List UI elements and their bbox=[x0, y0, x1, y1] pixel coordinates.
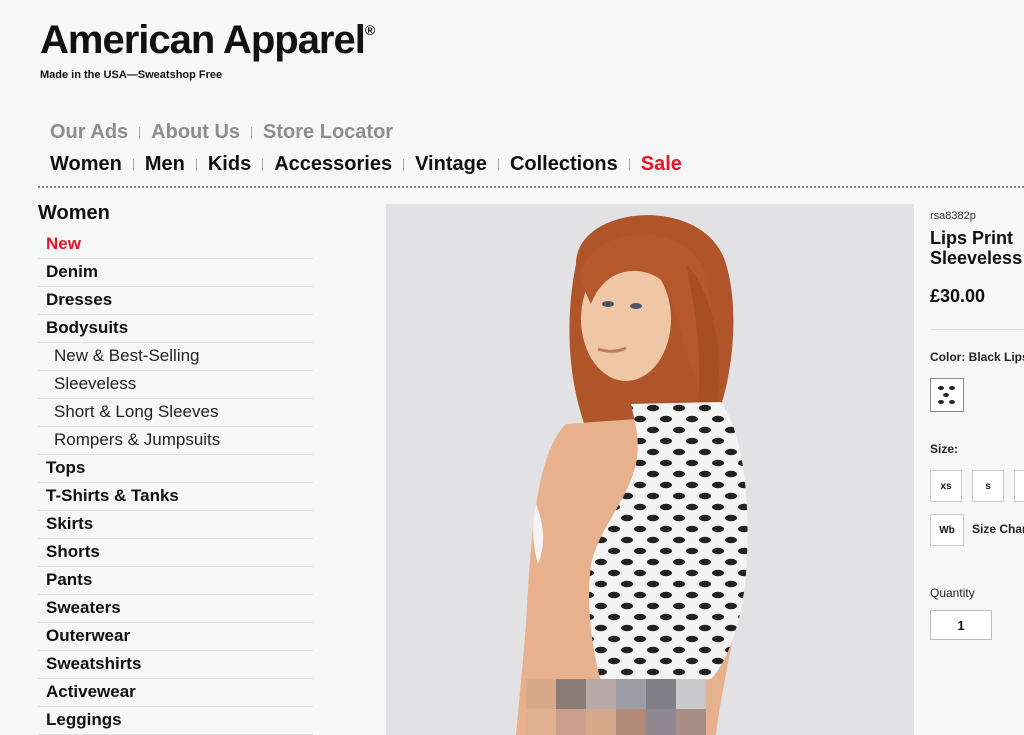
brand-tagline: Made in the USA—Sweatshop Free bbox=[40, 69, 223, 81]
sidebar-item-denim[interactable]: Denim bbox=[38, 259, 313, 287]
header-divider bbox=[38, 186, 1024, 188]
size-option-s[interactable]: s bbox=[972, 470, 1004, 502]
sidebar-item-shorts[interactable]: Shorts bbox=[38, 539, 313, 567]
nav-our-ads[interactable]: Our Ads bbox=[50, 121, 128, 144]
sidebar-item-pants[interactable]: Pants bbox=[38, 567, 313, 595]
category-sidebar: Women New Denim Dresses Bodysuits New & … bbox=[38, 202, 313, 735]
sidebar-item-tops[interactable]: Tops bbox=[38, 455, 313, 483]
nav-women[interactable]: Women bbox=[50, 153, 122, 176]
product-name-line2: Sleeveless bbox=[930, 248, 1023, 268]
size-options: xs s m bbox=[930, 470, 1024, 502]
nav-men[interactable]: Men bbox=[145, 153, 185, 176]
nav-vintage[interactable]: Vintage bbox=[415, 153, 487, 176]
nav-collections[interactable]: Collections bbox=[510, 153, 618, 176]
sidebar-subitem-sleeveless[interactable]: Sleeveless bbox=[38, 371, 313, 399]
nav-divider bbox=[132, 158, 134, 171]
size-option-m[interactable]: m bbox=[1014, 470, 1024, 502]
product-price: £30.00 bbox=[930, 286, 986, 306]
secondary-nav: Our Ads About Us Store Locator bbox=[50, 121, 393, 144]
sidebar-title: Women bbox=[38, 202, 110, 224]
nav-divider bbox=[628, 158, 630, 171]
sidebar-subitem-new-best-selling[interactable]: New & Best-Selling bbox=[38, 343, 313, 371]
sidebar-subitem-rompers-jumpsuits[interactable]: Rompers & Jumpsuits bbox=[38, 427, 313, 455]
product-photo-illustration bbox=[386, 204, 914, 735]
product-photo[interactable] bbox=[386, 204, 914, 735]
sidebar-item-new[interactable]: New bbox=[38, 231, 313, 259]
product-sku: rsa8382p bbox=[930, 210, 976, 222]
size-option-xs[interactable]: xs bbox=[930, 470, 962, 502]
nav-divider bbox=[497, 158, 499, 171]
size-label: Size: bbox=[930, 442, 959, 456]
sidebar-item-tshirts-tanks[interactable]: T-Shirts & Tanks bbox=[38, 483, 313, 511]
sidebar-item-activewear[interactable]: Activewear bbox=[38, 679, 313, 707]
nav-divider bbox=[195, 158, 197, 171]
nav-divider bbox=[403, 158, 405, 171]
sidebar-item-outerwear[interactable]: Outerwear bbox=[38, 623, 313, 651]
sidebar-item-dresses[interactable]: Dresses bbox=[38, 287, 313, 315]
trademark-symbol: ® bbox=[364, 22, 375, 38]
sidebar-item-skirts[interactable]: Skirts bbox=[38, 511, 313, 539]
size-chart-icon[interactable]: Wb bbox=[930, 514, 964, 546]
nav-kids[interactable]: Kids bbox=[208, 153, 251, 176]
nav-divider bbox=[139, 126, 141, 139]
sidebar-item-leggings[interactable]: Leggings bbox=[38, 707, 313, 735]
brand-name: American Apparel bbox=[40, 18, 366, 62]
quantity-input[interactable]: 1 bbox=[930, 610, 992, 640]
nav-divider bbox=[262, 158, 264, 171]
brand-logo[interactable]: American Apparel® bbox=[40, 18, 375, 63]
quantity-label: Quantity bbox=[930, 586, 975, 600]
nav-divider bbox=[251, 126, 253, 139]
details-divider bbox=[930, 329, 1024, 330]
product-details: rsa8382p Lips Print Sleeveless £30.00 Co… bbox=[930, 210, 1024, 640]
sidebar-item-bodysuits[interactable]: Bodysuits bbox=[38, 315, 313, 343]
color-label: Color: Black Lips bbox=[930, 350, 1024, 364]
nav-sale[interactable]: Sale bbox=[641, 153, 682, 176]
size-chart-link[interactable]: Size Chart bbox=[972, 514, 1024, 546]
product-name-line1: Lips Print bbox=[930, 228, 1014, 248]
product-name: Lips Print Sleeveless bbox=[930, 228, 1024, 268]
sidebar-item-sweatshirts[interactable]: Sweatshirts bbox=[38, 651, 313, 679]
size-chart-row: Wb Size Chart bbox=[930, 514, 1024, 546]
lips-pattern-icon bbox=[938, 386, 955, 404]
sidebar-subitem-short-long-sleeves[interactable]: Short & Long Sleeves bbox=[38, 399, 313, 427]
main-nav: Women Men Kids Accessories Vintage Colle… bbox=[50, 153, 682, 176]
nav-store-locator[interactable]: Store Locator bbox=[263, 121, 393, 144]
nav-about-us[interactable]: About Us bbox=[151, 121, 240, 144]
color-swatch[interactable] bbox=[930, 378, 964, 412]
nav-accessories[interactable]: Accessories bbox=[274, 153, 392, 176]
sidebar-item-sweaters[interactable]: Sweaters bbox=[38, 595, 313, 623]
